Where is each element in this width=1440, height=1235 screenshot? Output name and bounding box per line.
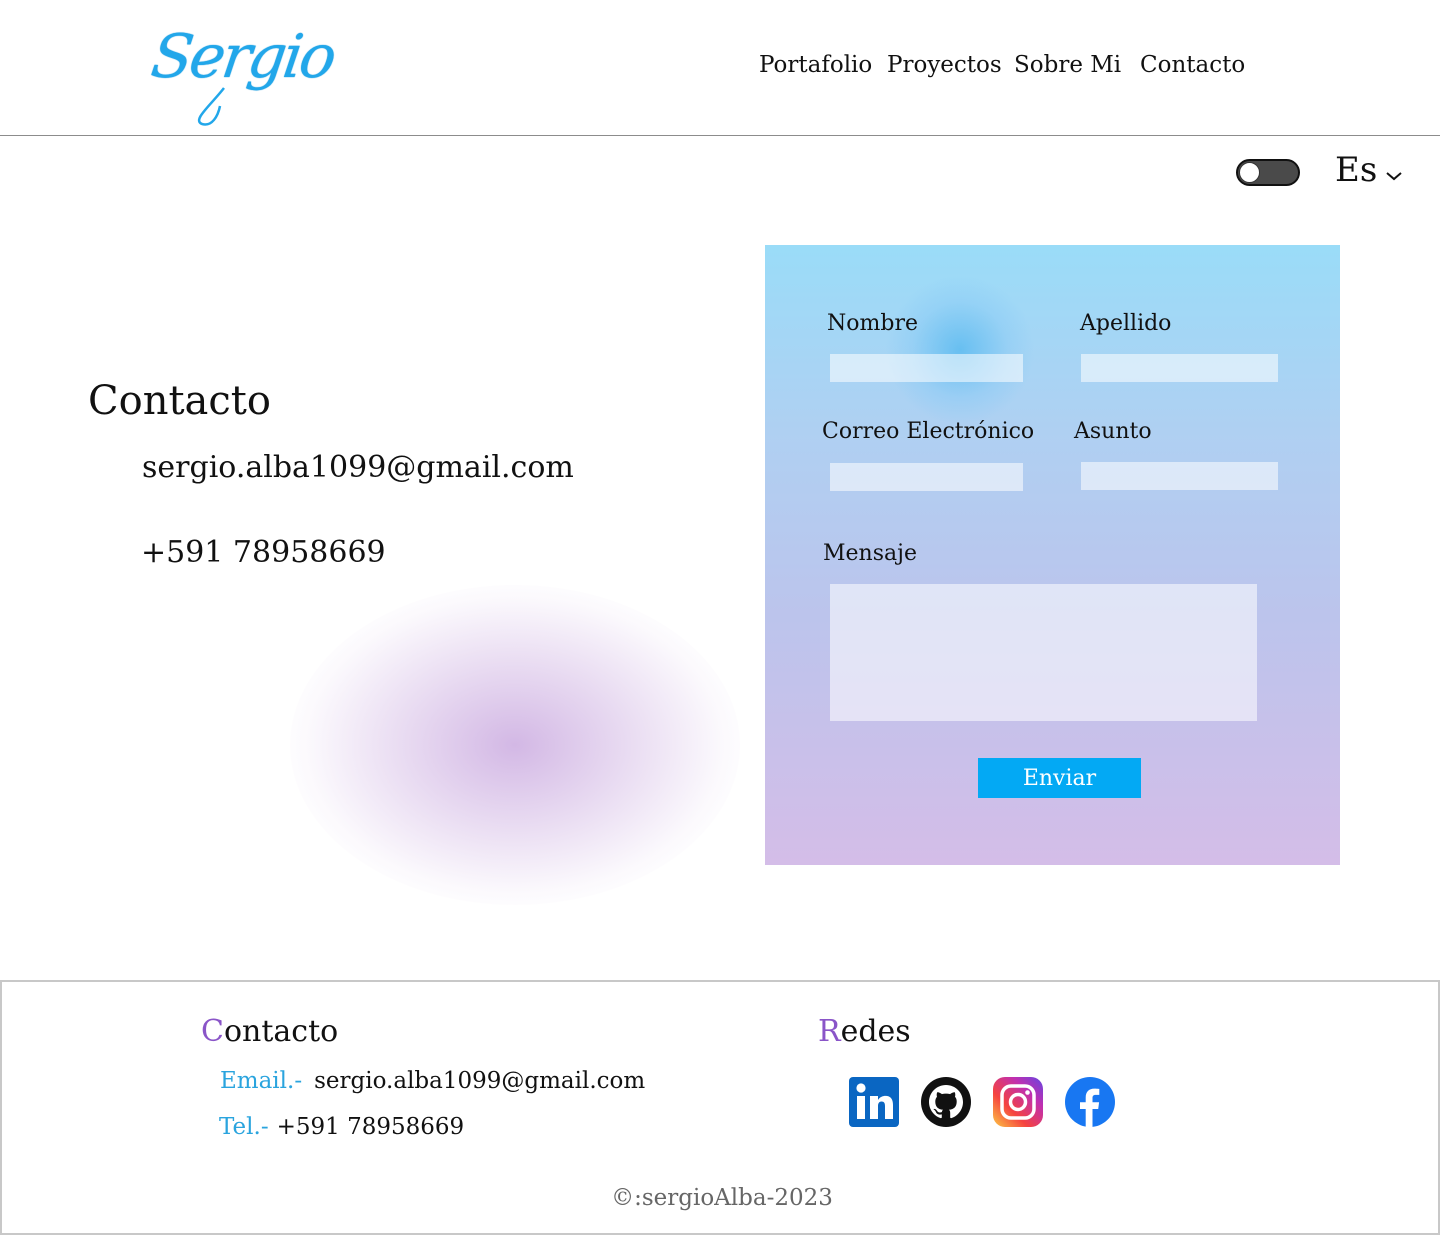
logo[interactable]: Sergio bbox=[147, 22, 338, 92]
nombre-input[interactable] bbox=[830, 354, 1023, 382]
footer-email: Email.- sergio.alba1099@gmail.com bbox=[220, 1068, 645, 1094]
apellido-label: Apellido bbox=[1080, 311, 1172, 336]
mensaje-label: Mensaje bbox=[823, 541, 917, 566]
send-button[interactable]: Enviar bbox=[978, 758, 1141, 798]
footer-tel: Tel.- +591 78958669 bbox=[219, 1114, 464, 1140]
footer-email-value: sergio.alba1099@gmail.com bbox=[314, 1068, 646, 1094]
nav-portafolio[interactable]: Portafolio bbox=[759, 52, 872, 78]
page-title: Contacto bbox=[88, 378, 271, 424]
chevron-down-icon[interactable] bbox=[1384, 168, 1404, 182]
copyright: ©:sergioAlba-2023 bbox=[611, 1185, 833, 1211]
contact-phone: +591 78958669 bbox=[141, 535, 386, 570]
asunto-input[interactable] bbox=[1081, 462, 1278, 490]
footer-redes-title: Redes bbox=[818, 1014, 911, 1049]
nav-sobre-mi[interactable]: Sobre Mi bbox=[1014, 52, 1121, 78]
footer-email-key: Email.- bbox=[220, 1068, 303, 1094]
nav-contacto[interactable]: Contacto bbox=[1140, 52, 1245, 78]
decorative-blob bbox=[290, 585, 740, 905]
correo-label: Correo Electrónico bbox=[822, 419, 1035, 444]
site-footer: Contacto Email.- sergio.alba1099@gmail.co… bbox=[0, 980, 1440, 1235]
mensaje-textarea[interactable] bbox=[830, 584, 1257, 721]
nombre-label: Nombre bbox=[827, 311, 918, 336]
footer-tel-value: +591 78958669 bbox=[276, 1114, 465, 1140]
footer-contact-title: Contacto bbox=[201, 1014, 338, 1049]
contact-email: sergio.alba1099@gmail.com bbox=[142, 450, 574, 485]
facebook-icon[interactable] bbox=[1065, 1077, 1115, 1127]
github-icon[interactable] bbox=[921, 1077, 971, 1127]
logo-flourish bbox=[198, 87, 225, 126]
toggle-knob bbox=[1239, 162, 1260, 183]
theme-toggle[interactable] bbox=[1236, 159, 1300, 186]
apellido-input[interactable] bbox=[1081, 354, 1278, 382]
instagram-icon[interactable] bbox=[993, 1077, 1043, 1127]
footer-contact-rest: ontacto bbox=[223, 1014, 339, 1049]
language-select[interactable]: Es bbox=[1335, 150, 1377, 190]
form-glow bbox=[885, 275, 1035, 425]
email-field[interactable] bbox=[830, 463, 1023, 491]
footer-contact-initial: C bbox=[201, 1014, 224, 1049]
asunto-label: Asunto bbox=[1074, 419, 1152, 444]
footer-redes-initial: R bbox=[818, 1014, 841, 1049]
footer-tel-key: Tel.- bbox=[219, 1114, 269, 1140]
footer-redes-rest: edes bbox=[840, 1014, 911, 1049]
linkedin-icon[interactable] bbox=[849, 1077, 899, 1127]
contact-form: Nombre Apellido Correo Electrónico Asunt… bbox=[765, 245, 1340, 865]
site-header: Sergio Portafolio Proyectos Sobre Mi Con… bbox=[0, 0, 1440, 136]
nav-proyectos[interactable]: Proyectos bbox=[887, 52, 1002, 78]
